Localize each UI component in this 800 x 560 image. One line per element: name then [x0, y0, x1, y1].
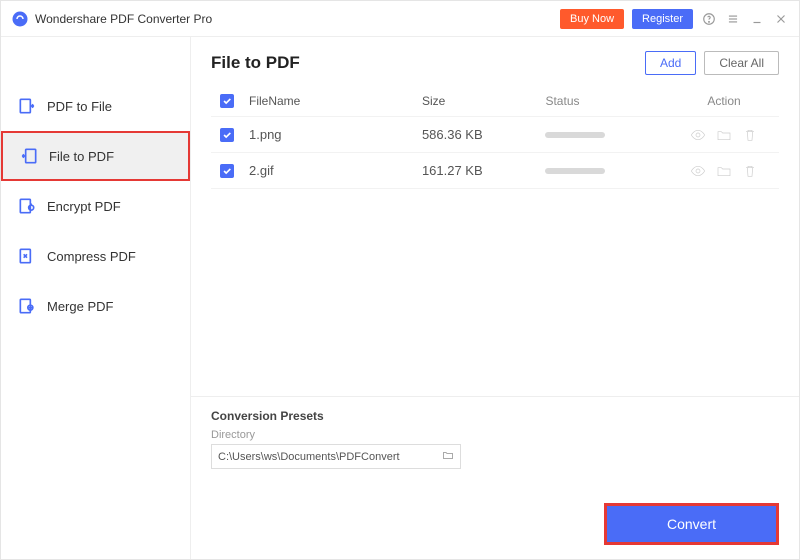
row-size: 586.36 KB: [422, 127, 546, 142]
open-folder-icon[interactable]: [716, 163, 732, 179]
col-header-filename: FileName: [243, 94, 422, 108]
register-button[interactable]: Register: [632, 9, 693, 29]
preview-icon[interactable]: [690, 127, 706, 143]
directory-value: C:\Users\ws\Documents\PDFConvert: [218, 451, 400, 463]
row-status-bar: [545, 168, 605, 174]
select-all-checkbox[interactable]: [220, 94, 234, 108]
sidebar-item-encrypt-pdf[interactable]: Encrypt PDF: [1, 181, 190, 231]
row-filename: 1.png: [243, 127, 422, 142]
menu-icon[interactable]: [725, 11, 741, 27]
conversion-presets-title: Conversion Presets: [211, 409, 779, 423]
app-title: Wondershare PDF Converter Pro: [35, 12, 212, 26]
row-checkbox[interactable]: [220, 164, 234, 178]
sidebar-item-label: Compress PDF: [47, 249, 136, 264]
row-size: 161.27 KB: [422, 163, 546, 178]
preview-icon[interactable]: [690, 163, 706, 179]
convert-button[interactable]: Convert: [604, 503, 779, 545]
clear-all-button[interactable]: Clear All: [704, 51, 779, 75]
file-to-pdf-icon: [19, 146, 39, 166]
close-icon[interactable]: [773, 11, 789, 27]
col-header-status: Status: [545, 94, 669, 108]
col-header-size: Size: [422, 94, 546, 108]
row-checkbox[interactable]: [220, 128, 234, 142]
encrypt-pdf-icon: [17, 196, 37, 216]
add-button[interactable]: Add: [645, 51, 696, 75]
delete-icon[interactable]: [742, 127, 758, 143]
table-row: 1.png 586.36 KB: [211, 117, 779, 153]
help-icon[interactable]: [701, 11, 717, 27]
sidebar: PDF to File File to PDF Encrypt PDF Comp…: [1, 37, 191, 559]
app-logo: [11, 10, 29, 28]
pdf-to-file-icon: [17, 96, 37, 116]
row-filename: 2.gif: [243, 163, 422, 178]
row-status-bar: [545, 132, 605, 138]
sidebar-item-file-to-pdf[interactable]: File to PDF: [1, 131, 190, 181]
sidebar-item-label: Encrypt PDF: [47, 199, 121, 214]
compress-pdf-icon: [17, 246, 37, 266]
buy-now-button[interactable]: Buy Now: [560, 9, 624, 29]
sidebar-item-label: Merge PDF: [47, 299, 113, 314]
col-header-action: Action: [669, 94, 779, 108]
sidebar-item-merge-pdf[interactable]: Merge PDF: [1, 281, 190, 331]
directory-input[interactable]: C:\Users\ws\Documents\PDFConvert: [211, 444, 461, 469]
open-folder-icon[interactable]: [716, 127, 732, 143]
sidebar-item-pdf-to-file[interactable]: PDF to File: [1, 81, 190, 131]
sidebar-item-compress-pdf[interactable]: Compress PDF: [1, 231, 190, 281]
minimize-icon[interactable]: [749, 11, 765, 27]
page-title: File to PDF: [211, 53, 300, 73]
table-row: 2.gif 161.27 KB: [211, 153, 779, 189]
directory-label: Directory: [211, 429, 779, 441]
sidebar-item-label: File to PDF: [49, 149, 114, 164]
sidebar-item-label: PDF to File: [47, 99, 112, 114]
delete-icon[interactable]: [742, 163, 758, 179]
merge-pdf-icon: [17, 296, 37, 316]
browse-folder-icon[interactable]: [442, 449, 454, 464]
table-header: FileName Size Status Action: [211, 85, 779, 117]
